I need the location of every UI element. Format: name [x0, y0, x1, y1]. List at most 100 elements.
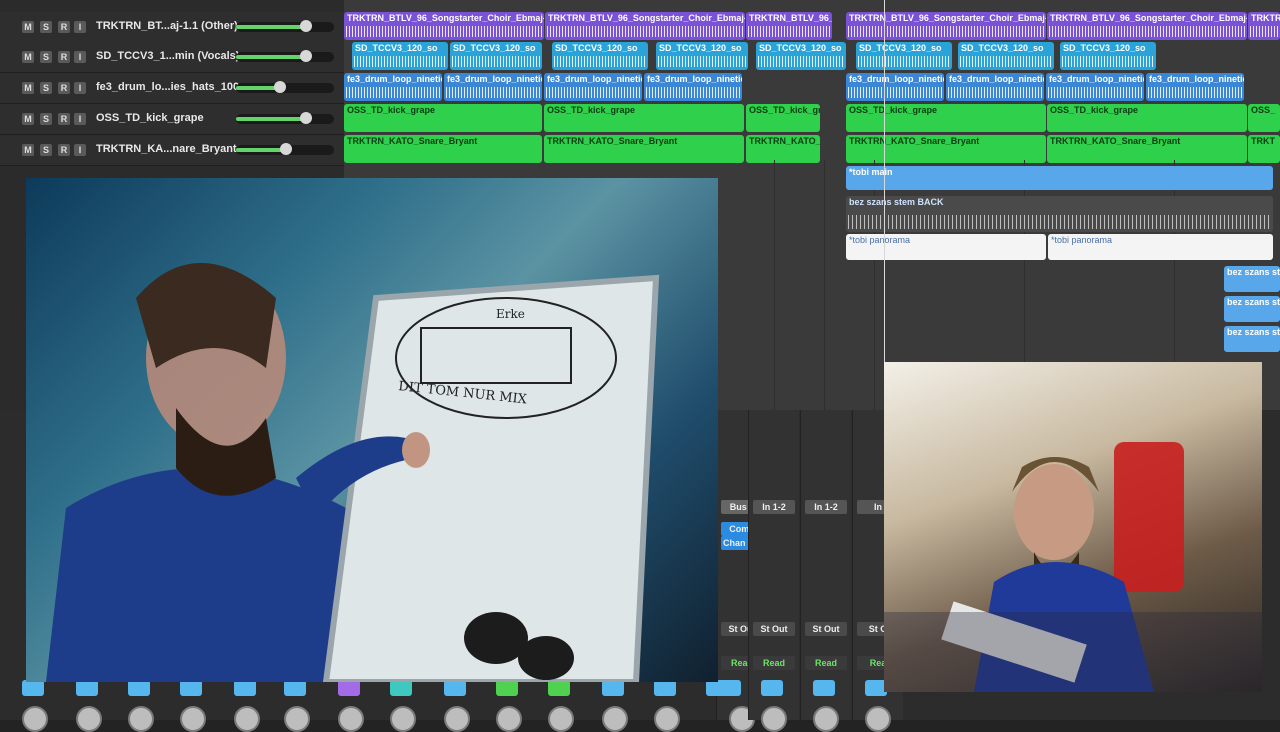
track-name[interactable]: fe3_drum_lo...ies_hats_100	[96, 81, 239, 93]
audio-region[interactable]: SD_TCCV3_120_so	[552, 42, 648, 70]
audio-region[interactable]: bez szans st	[1224, 296, 1280, 322]
audio-region[interactable]: OSS_TD_kick_grape	[544, 104, 744, 132]
solo-button[interactable]: S	[40, 113, 52, 125]
pan-knob[interactable]	[654, 706, 680, 732]
track-row[interactable]: M S R I TRKTRN_KA...nare_Bryant	[0, 135, 344, 166]
track-icon[interactable]	[76, 680, 98, 696]
record-button[interactable]: R	[58, 82, 70, 94]
pan-knob[interactable]	[496, 706, 522, 732]
fader-knob[interactable]	[274, 81, 286, 93]
channel-strip[interactable]: In 1-2 St Out Read	[800, 410, 851, 732]
audio-region[interactable]: OSS_TD_kick_grape	[344, 104, 542, 132]
volume-fader[interactable]	[236, 143, 334, 155]
pan-knob[interactable]	[444, 706, 470, 732]
automation-read[interactable]: Read	[805, 656, 847, 670]
track-icon[interactable]	[390, 680, 412, 696]
mute-button[interactable]: M	[22, 113, 34, 125]
audio-region[interactable]: fe3_drum_loop_ninetie	[846, 73, 944, 101]
input-monitor-button[interactable]: I	[74, 144, 86, 156]
audio-region[interactable]: fe3_drum_loop_ninetie	[946, 73, 1044, 101]
input-monitor-button[interactable]: I	[74, 21, 86, 33]
track-row[interactable]: M S R I SD_TCCV3_1...min (Vocals)	[0, 42, 344, 73]
audio-region[interactable]: SD_TCCV3_120_so	[958, 42, 1054, 70]
audio-region[interactable]: fe3_drum_loop_ninetie	[444, 73, 542, 101]
track-icon[interactable]	[654, 680, 676, 696]
audio-region[interactable]: bez szans stem BACK	[846, 196, 1273, 232]
audio-region[interactable]: *tobi main	[846, 166, 1273, 190]
audio-region[interactable]: TRKT	[1248, 135, 1280, 163]
record-button[interactable]: R	[58, 51, 70, 63]
solo-button[interactable]: S	[40, 82, 52, 94]
track-name[interactable]: SD_TCCV3_1...min (Vocals)	[96, 50, 239, 62]
track-name[interactable]: TRKTRN_BT...aj-1.1 (Other)	[96, 20, 238, 32]
track-icon[interactable]	[602, 680, 624, 696]
audio-region[interactable]: TRKTRN_KATO_Snare_Bryant	[1047, 135, 1247, 163]
record-button[interactable]: R	[58, 21, 70, 33]
input-slot[interactable]: In 1-2	[753, 500, 795, 514]
input-slot[interactable]: In 1-2	[805, 500, 847, 514]
audio-region[interactable]: OSS_	[1248, 104, 1280, 132]
pan-knob[interactable]	[22, 706, 48, 732]
input-monitor-button[interactable]: I	[74, 82, 86, 94]
track-icon[interactable]	[761, 680, 783, 696]
fader-knob[interactable]	[280, 143, 292, 155]
track-icon[interactable]	[338, 680, 360, 696]
input-monitor-button[interactable]: I	[74, 113, 86, 125]
mute-button[interactable]: M	[22, 144, 34, 156]
track-name[interactable]: TRKTRN_KA...nare_Bryant	[96, 143, 237, 155]
audio-region[interactable]: TRKTRN_BTLV_96_	[746, 12, 832, 40]
volume-fader[interactable]	[236, 50, 334, 62]
audio-region[interactable]: fe3_drum_loop_ninetie	[344, 73, 442, 101]
volume-fader[interactable]	[236, 81, 334, 93]
fader-knob[interactable]	[300, 112, 312, 124]
track-icon[interactable]	[706, 680, 728, 696]
solo-button[interactable]: S	[40, 51, 52, 63]
track-icon[interactable]	[548, 680, 570, 696]
volume-fader[interactable]	[236, 112, 334, 124]
audio-region[interactable]: TRKTRN_KATO_Snare_Bryant	[344, 135, 542, 163]
audio-region[interactable]: TRKTRN_BTLV_96_Songstarter_Choir_Ebmaj-1…	[344, 12, 544, 40]
mute-button[interactable]: M	[22, 21, 34, 33]
audio-region[interactable]: fe3_drum_loop_ninetie	[544, 73, 642, 101]
audio-region[interactable]: TRKTR	[1248, 12, 1280, 40]
record-button[interactable]: R	[58, 144, 70, 156]
fader-knob[interactable]	[300, 20, 312, 32]
track-icon[interactable]	[444, 680, 466, 696]
pan-knob[interactable]	[284, 706, 310, 732]
pan-knob[interactable]	[128, 706, 154, 732]
fader-knob[interactable]	[300, 50, 312, 62]
audio-region[interactable]: TRKTRN_KATO_	[746, 135, 820, 163]
pan-knob[interactable]	[865, 706, 891, 732]
track-icon[interactable]	[22, 680, 44, 696]
track-icon[interactable]	[128, 680, 150, 696]
track-icon[interactable]	[813, 680, 835, 696]
track-icon[interactable]	[180, 680, 202, 696]
output-slot[interactable]: St Out	[805, 622, 847, 636]
audio-region[interactable]: fe3_drum_loop_ninetie	[644, 73, 742, 101]
record-button[interactable]: R	[58, 113, 70, 125]
track-row[interactable]: M S R I OSS_TD_kick_grape	[0, 104, 344, 135]
audio-region[interactable]: fe3_drum_loop_ninetie	[1146, 73, 1244, 101]
output-slot[interactable]: St Out	[753, 622, 795, 636]
audio-region[interactable]: *tobi panorama	[846, 234, 1046, 260]
pan-knob[interactable]	[180, 706, 206, 732]
pan-knob[interactable]	[548, 706, 574, 732]
automation-read[interactable]: Read	[753, 656, 795, 670]
audio-region[interactable]: SD_TCCV3_120_so	[450, 42, 542, 70]
pan-knob[interactable]	[813, 706, 839, 732]
audio-region[interactable]: SD_TCCV3_120_so	[352, 42, 448, 70]
pan-knob[interactable]	[602, 706, 628, 732]
audio-region[interactable]: TRKTRN_KATO_Snare_Bryant	[544, 135, 744, 163]
pan-knob[interactable]	[76, 706, 102, 732]
mute-button[interactable]: M	[22, 82, 34, 94]
audio-region[interactable]: TRKTRN_BTLV_96_Songstarter_Choir_Ebmaj-1…	[1047, 12, 1247, 40]
mute-button[interactable]: M	[22, 51, 34, 63]
track-icon[interactable]	[284, 680, 306, 696]
solo-button[interactable]: S	[40, 144, 52, 156]
pan-knob[interactable]	[390, 706, 416, 732]
audio-region[interactable]: OSS_TD_kick_gr	[746, 104, 820, 132]
audio-region[interactable]: SD_TCCV3_120_so	[856, 42, 952, 70]
audio-region[interactable]: bez szans st	[1224, 326, 1280, 352]
audio-region[interactable]: TRKTRN_BTLV_96_Songstarter_Choir_Ebmaj-1…	[545, 12, 745, 40]
channel-strip[interactable]: In 1-2 St Out Read	[748, 410, 799, 732]
